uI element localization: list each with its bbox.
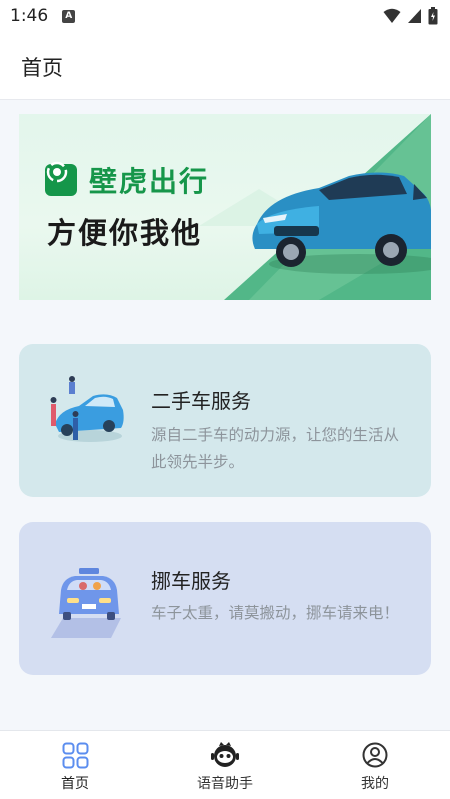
used-car-service-title: 二手车服务 xyxy=(151,389,251,413)
move-car-service-title: 挪车服务 xyxy=(151,569,231,593)
banner-car-illustration xyxy=(252,172,431,274)
voice-assistant-icon xyxy=(211,741,239,769)
app-notification-icon: A xyxy=(62,9,76,23)
move-car-service-description: 车子太重，请莫搬动，挪车请来电！ xyxy=(151,604,400,622)
status-bar: 1:46 A xyxy=(0,0,450,32)
banner-brand: 壁虎出行 xyxy=(45,160,209,200)
banner-slogan: 方便你我他 xyxy=(47,216,203,250)
wifi-icon xyxy=(383,8,401,23)
app-bar: 首页 xyxy=(0,32,450,100)
promo-banner[interactable]: 壁虎出行 方便你我他 xyxy=(19,114,431,300)
status-time: 1:46 xyxy=(10,6,49,26)
nav-label-home: 首页 xyxy=(61,776,89,792)
move-car-service-card[interactable]: 挪车服务 车子太重，请莫搬动，挪车请来电！ xyxy=(19,522,431,675)
status-right xyxy=(383,7,438,25)
bottom-navigation: 首页 语音助手 我的 xyxy=(0,730,450,799)
status-left: 1:46 A xyxy=(10,6,76,26)
used-car-service-description: 源自二手车的动力源，让您的生活从此领先半步。 xyxy=(151,426,400,471)
nav-item-voice-assistant[interactable]: 语音助手 xyxy=(150,731,300,799)
used-car-service-card[interactable]: 二手车服务 源自二手车的动力源，让您的生活从此领先半步。 xyxy=(19,344,431,497)
battery-icon xyxy=(428,7,438,25)
brand-name: 壁虎出行 xyxy=(89,165,210,198)
grid-icon xyxy=(62,741,89,769)
page-title: 首页 xyxy=(21,56,63,80)
used-car-illustration-icon xyxy=(50,376,124,442)
user-icon xyxy=(362,741,388,769)
nav-label-mine: 我的 xyxy=(361,776,389,792)
taxi-illustration-icon xyxy=(51,568,121,638)
cellular-signal-icon xyxy=(408,9,421,23)
nav-item-mine[interactable]: 我的 xyxy=(300,731,450,799)
nav-item-home[interactable]: 首页 xyxy=(0,731,150,799)
brand-logo-icon xyxy=(45,161,77,196)
nav-label-voice-assistant: 语音助手 xyxy=(197,776,253,792)
banner-background-art xyxy=(199,114,431,300)
